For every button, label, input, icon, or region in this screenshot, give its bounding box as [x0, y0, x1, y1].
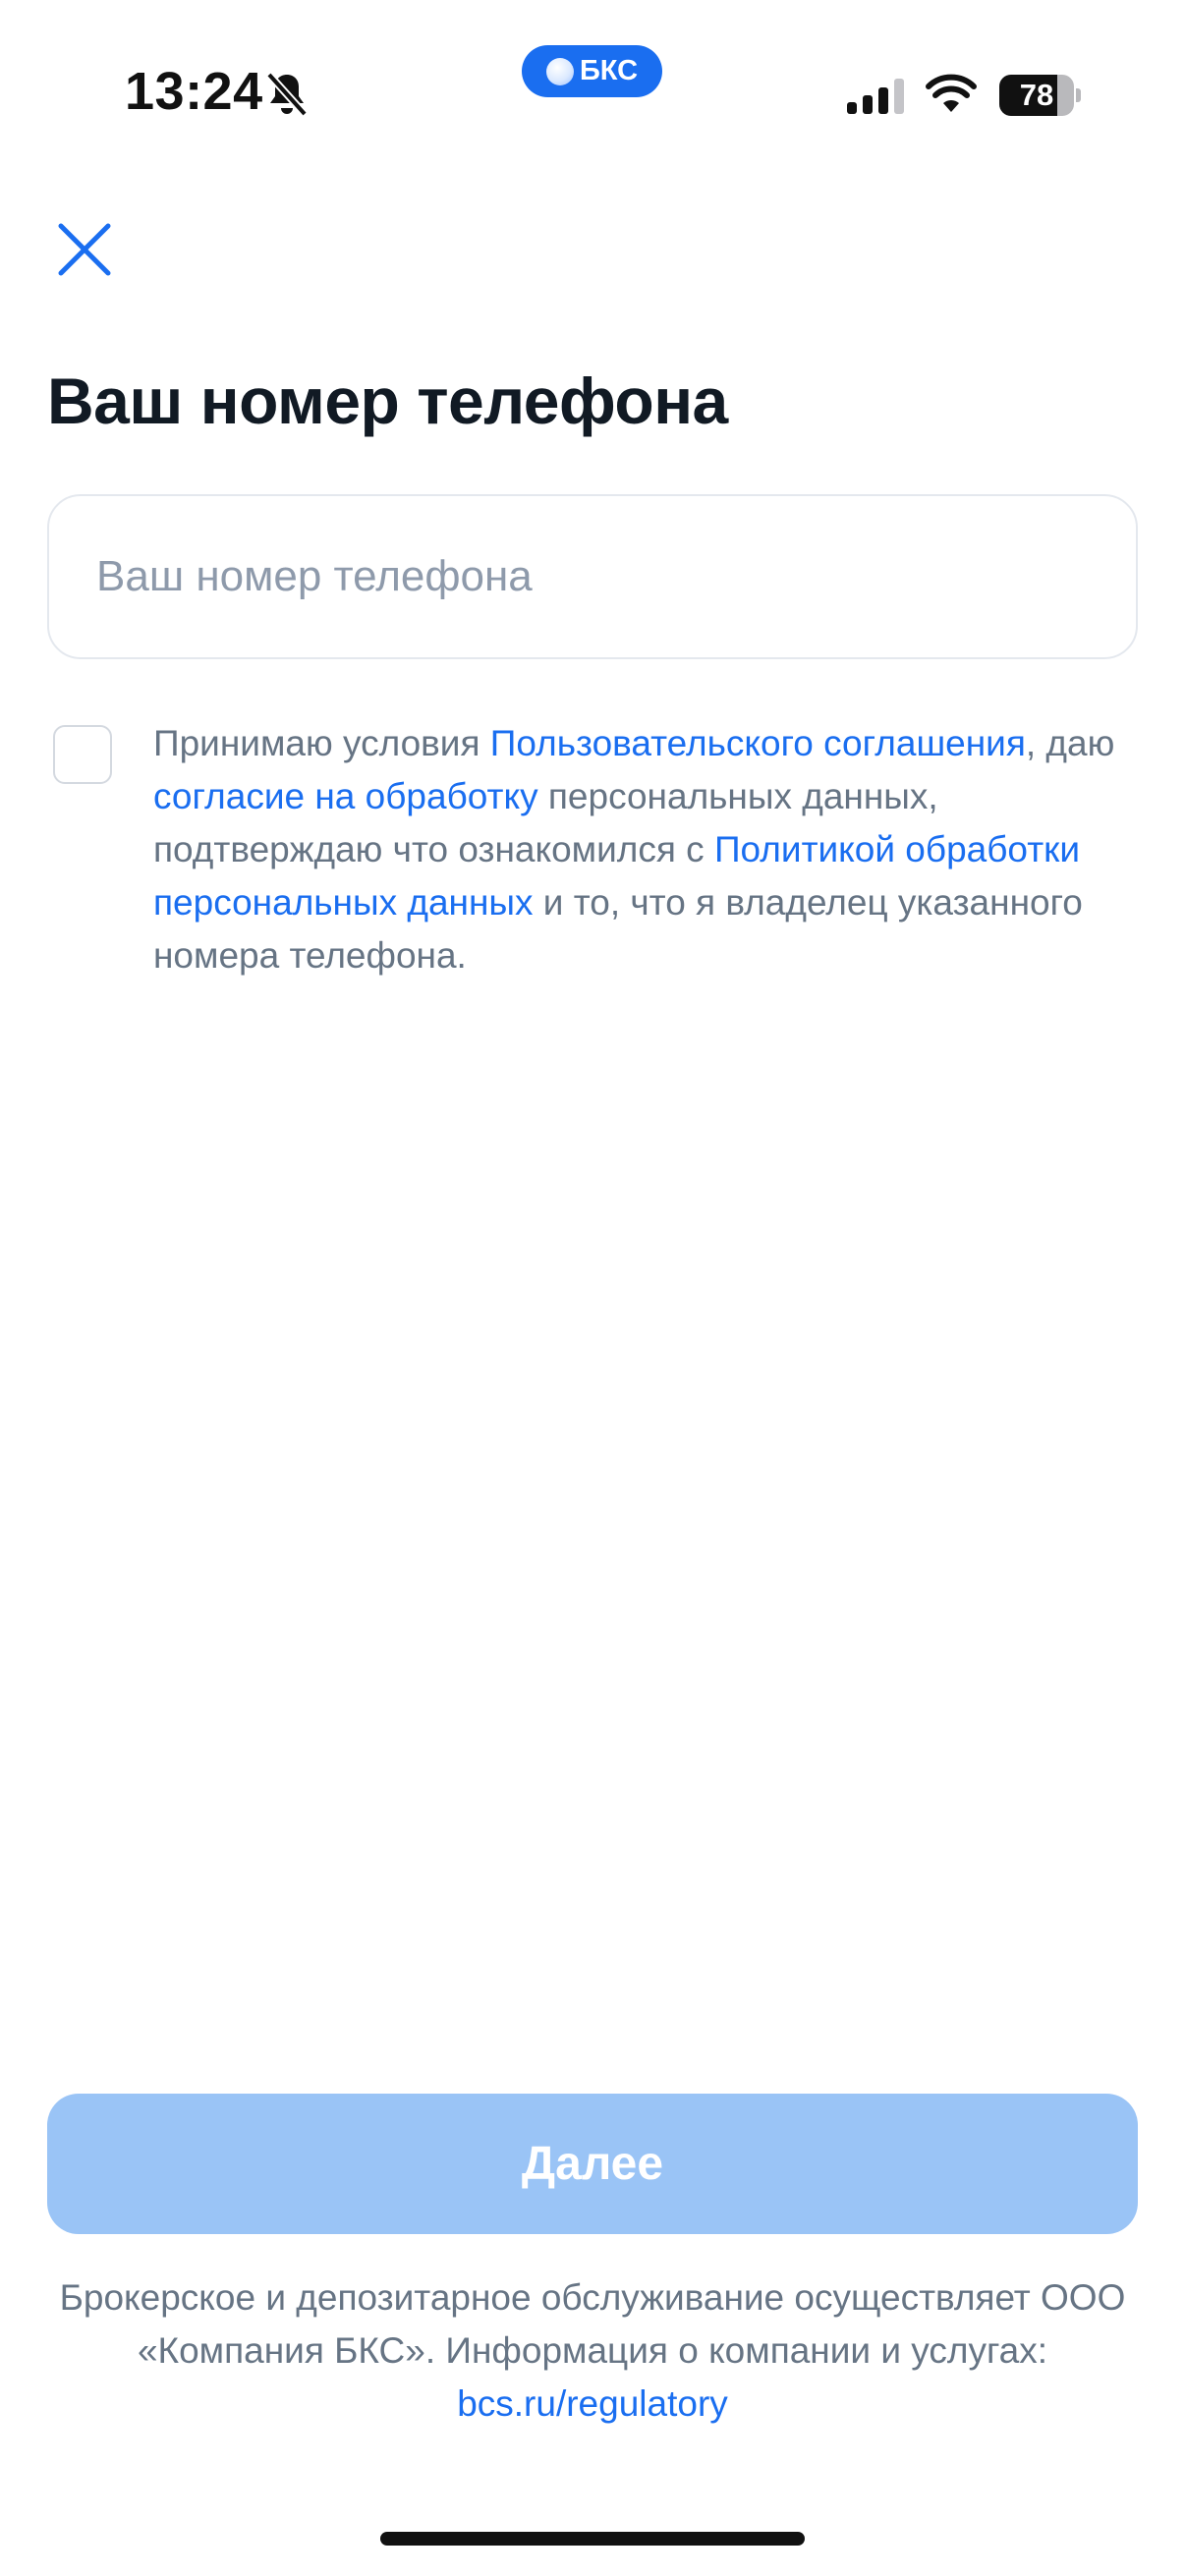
status-time: 13:24	[125, 62, 263, 121]
battery-icon: 78	[999, 75, 1081, 116]
consent-text-part: Принимаю условия	[153, 723, 490, 763]
footer-text: Брокерское и депозитарное обслуживание о…	[59, 2271, 1126, 2431]
app-indicator-pill[interactable]: БКС	[522, 45, 662, 97]
battery-cap	[1076, 88, 1081, 102]
app-pill-label: БКС	[579, 55, 639, 86]
app-logo-icon	[545, 57, 574, 85]
status-bar: 13:24 БКС 78	[0, 0, 1185, 187]
battery-body: 78	[999, 75, 1074, 116]
page-title: Ваш номер телефона	[47, 364, 728, 437]
next-button[interactable]: Далее	[47, 2094, 1138, 2234]
screen: 13:24 БКС 78 Ваш номер телефона Ваш номе…	[0, 0, 1185, 2576]
wifi-icon	[926, 74, 977, 112]
battery-level: 78	[1019, 78, 1054, 112]
user-agreement-link[interactable]: Пользовательского соглашения	[490, 723, 1026, 763]
home-indicator	[380, 2532, 805, 2546]
consent-text: Принимаю условия Пользовательского согла…	[153, 717, 1146, 982]
footer-text-part: Брокерское и депозитарное обслуживание о…	[59, 2277, 1126, 2371]
close-button[interactable]	[49, 214, 120, 285]
phone-field[interactable]	[47, 494, 1138, 659]
consent-checkbox[interactable]	[53, 725, 112, 784]
bell-slash-icon	[266, 72, 308, 117]
phone-input[interactable]	[96, 496, 1099, 657]
signal-icon	[847, 79, 904, 114]
regulatory-link[interactable]: bcs.ru/regulatory	[457, 2383, 728, 2424]
consent-text-part: , даю	[1025, 723, 1115, 763]
close-icon	[58, 223, 111, 276]
consent-processing-link[interactable]: согласие на обработку	[153, 776, 538, 816]
